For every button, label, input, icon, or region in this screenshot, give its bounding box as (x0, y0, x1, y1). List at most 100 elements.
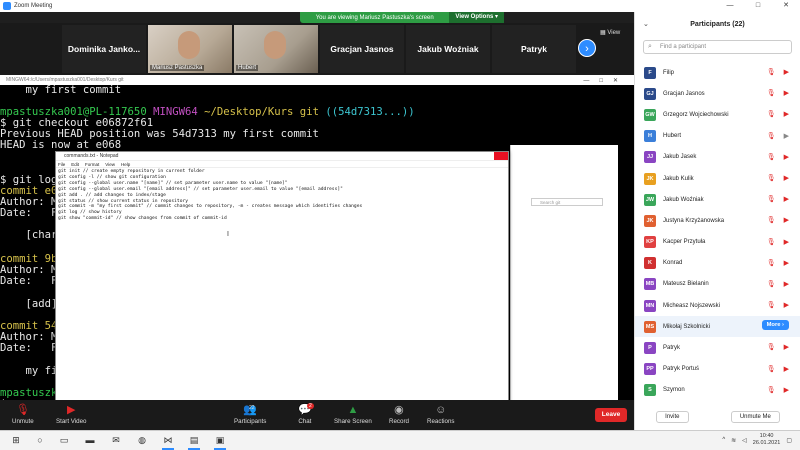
participant-row[interactable]: GW Grzegorz Wojciechowski 🎙 ▶ (635, 104, 800, 125)
participant-row[interactable]: MN Micheasz Nojszewski 🎙 ▶ (635, 295, 800, 316)
participant-search-input[interactable]: ⌕ Find a participant (643, 40, 792, 54)
video-tile[interactable]: Mariusz Pastuszka (148, 25, 232, 73)
participant-status: 🎙 ▶ (767, 343, 789, 351)
record-button[interactable]: ◉ Record (389, 404, 409, 425)
collapse-chevron-icon[interactable]: ⌄ (643, 20, 649, 28)
video-tile[interactable]: Dominika Janko... (62, 25, 146, 73)
video-tile[interactable]: Hubert (234, 25, 318, 73)
notifications-icon[interactable]: ▢ (786, 437, 792, 444)
zoom-taskbar-icon[interactable]: ▣ (212, 434, 228, 450)
participants-button[interactable]: 👥 22 Participants (234, 404, 266, 425)
avatar: P (644, 342, 656, 355)
share-screen-button[interactable]: ▲ Share Screen (334, 404, 372, 425)
clock-date: 26.01.2021 (752, 440, 781, 446)
invite-button[interactable]: Invite (656, 411, 689, 423)
menu-view[interactable]: View (105, 162, 115, 167)
view-options-button[interactable]: View Options ▾ (449, 12, 504, 23)
leave-button[interactable]: Leave (595, 408, 627, 422)
video-off-icon: ▶ (783, 259, 789, 267)
search-icon[interactable]: ○ (32, 434, 48, 447)
mail-icon[interactable]: ✉ (108, 434, 124, 447)
close-button[interactable]: ✕ (772, 0, 800, 12)
reactions-button[interactable]: ☺ Reactions (427, 404, 455, 425)
next-page-icon[interactable]: › (578, 39, 596, 57)
notepad-close-button[interactable] (494, 152, 508, 160)
tray-chevron-icon[interactable]: ^ (722, 437, 725, 443)
avatar: K (644, 257, 656, 270)
participant-status: 🎙 ▶ (767, 301, 789, 309)
muted-mic-icon: 🎙 (766, 111, 776, 119)
window-title: Zoom Meeting (14, 3, 53, 9)
maximize-button[interactable]: □ (744, 0, 772, 12)
video-tile[interactable]: Jakub Woźniak (406, 25, 490, 73)
panel-header: ⌄ Participants (22) (635, 12, 800, 36)
chat-badge: 2 (307, 403, 314, 409)
participant-row[interactable]: S Szymon 🎙 ▶ (635, 380, 800, 401)
participant-row[interactable]: JK Jakub Kulik 🎙 ▶ (635, 168, 800, 189)
participant-name: Justyna Krzyżanowska (663, 217, 725, 224)
chat-button[interactable]: 💬 2 Chat (298, 403, 314, 425)
notepad-text-area[interactable]: git init // create empty repository in c… (56, 168, 508, 223)
participant-row[interactable]: KP Kacper Przytuła 🎙 ▶ (635, 232, 800, 253)
participant-row[interactable]: PP Patryk Portuś 🎙 ▶ (635, 359, 800, 380)
menu-format[interactable]: Format (85, 162, 99, 167)
participant-row[interactable]: P Patryk 🎙 ▶ (635, 337, 800, 358)
participant-status: 🎙 ▶ (767, 259, 789, 267)
participant-row[interactable]: MB Mateusz Bielanin 🎙 ▶ (635, 274, 800, 295)
share-screen-label: Share Screen (334, 418, 372, 425)
volume-icon[interactable]: ◁ (742, 437, 747, 444)
start-video-button[interactable]: ▶ Start Video (56, 404, 87, 425)
participant-row[interactable]: JK Justyna Krzyżanowska 🎙 ▶ (635, 210, 800, 231)
menu-help[interactable]: Help (121, 162, 130, 167)
participant-row[interactable]: GJ Gracjan Jasnos 🎙 ▶ (635, 83, 800, 104)
git-bash-icon[interactable]: ▤ (186, 434, 202, 450)
terminal-line: my fi (0, 365, 58, 377)
task-view-icon[interactable]: ▭ (56, 434, 72, 447)
muted-mic-icon: 🎙 (766, 90, 776, 98)
unmute-button[interactable]: 🎙 Unmute (12, 404, 34, 425)
participant-row[interactable]: JW Jakub Woźniak 🎙 ▶ (635, 189, 800, 210)
window-controls: — □ ✕ (716, 0, 800, 12)
participant-row[interactable]: JJ Jakub Jasek 🎙 ▶ (635, 147, 800, 168)
menu-file[interactable]: File (58, 162, 65, 167)
terminal-line: Date: F (0, 207, 58, 219)
muted-mic-icon: 🎙 (15, 404, 30, 416)
background-search-box[interactable]: Search git (531, 198, 603, 206)
participant-row[interactable]: H Hubert 🎙 ▶ (635, 126, 800, 147)
participant-row[interactable]: K Konrad 🎙 ▶ (635, 253, 800, 274)
video-off-icon: ▶ (67, 404, 76, 416)
participant-name: Hubert (663, 133, 682, 140)
participant-status: 🎙 ▶ (767, 110, 789, 118)
terminal-line: [add] (0, 298, 58, 310)
menu-edit[interactable]: Edit (71, 162, 79, 167)
video-gallery: Dominika Janko... Mariusz Pastuszka Hube… (0, 23, 634, 75)
tile-name: Dominika Janko... (67, 44, 141, 54)
participant-row[interactable]: MS Mikołaj Szkolnicki More › (635, 316, 800, 338)
unmute-me-button[interactable]: Unmute Me (730, 411, 780, 423)
video-tile[interactable]: Gracjan Jasnos (320, 25, 404, 73)
text-line: git show "commit-id" // show changes fro… (58, 216, 227, 222)
participants-panel: ⌄ Participants (22) ⌕ Find a participant… (634, 12, 800, 430)
muted-mic-icon: 🎙 (766, 365, 776, 373)
share-screen-icon: ▲ (347, 404, 359, 416)
vscode-icon[interactable]: ⋈ (160, 434, 176, 450)
clock[interactable]: 10:40 26.01.2021 (753, 433, 781, 447)
view-button[interactable]: ▦ View (600, 29, 620, 36)
minimize-button[interactable]: — (716, 0, 744, 12)
more-button[interactable]: More › (761, 320, 789, 331)
participants-count: 22 (249, 405, 255, 411)
terminal-title: MINGW64:/c/Users/mpastuszka001/Desktop/K… (6, 77, 124, 83)
notepad-window[interactable]: commands.txt - Notepad File Edit Format … (55, 151, 509, 412)
video-tile[interactable]: Patryk (492, 25, 576, 73)
wifi-icon[interactable]: ≋ (731, 437, 736, 444)
terminal-line: mpastuszk (0, 387, 58, 399)
participant-name: Jakub Woźniak (663, 196, 704, 203)
participant-row[interactable]: F Filip 🎙 ▶ (635, 62, 800, 83)
file-explorer-icon[interactable]: ▬ (82, 434, 98, 447)
participant-name: Konrad (663, 260, 683, 267)
search-icon: ⌕ (648, 43, 652, 50)
start-menu-icon[interactable]: ⊞ (8, 434, 24, 447)
meeting-stage: You are viewing Mariusz Pastuszka's scre… (0, 12, 634, 412)
terminal-line: my first commit (0, 84, 122, 96)
chrome-icon[interactable]: ◍ (134, 434, 150, 447)
